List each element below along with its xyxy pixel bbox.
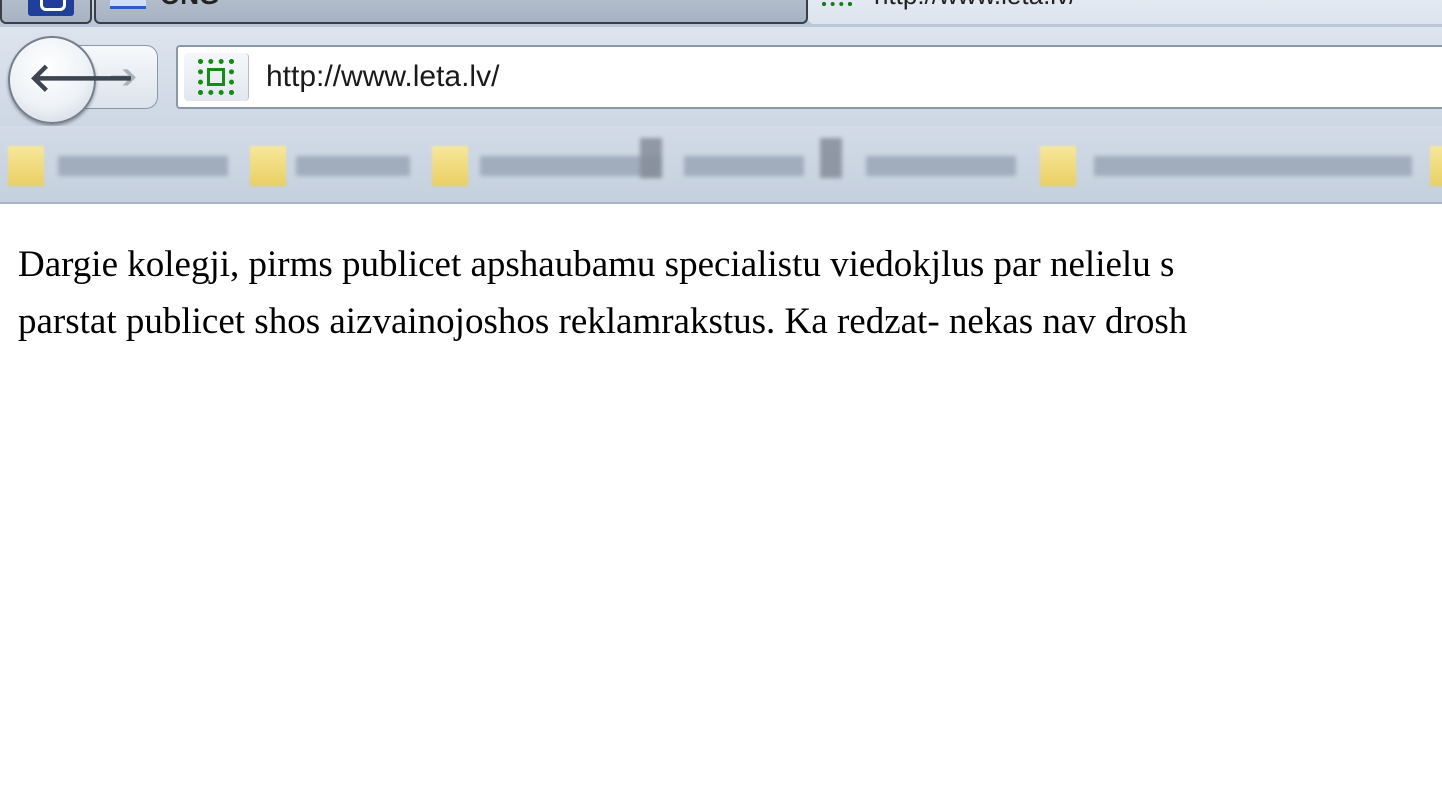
bookmark-separator bbox=[640, 138, 662, 178]
bookmark-folder-icon[interactable] bbox=[1040, 146, 1076, 186]
tab-2-label: ONG bbox=[160, 0, 219, 11]
bookmark-folder-icon[interactable] bbox=[1430, 146, 1442, 186]
page-body-text: Dargie kolegji, pirms publicet apshaubam… bbox=[18, 236, 1442, 350]
url-input[interactable]: http://www.leta.lv/ bbox=[266, 61, 499, 93]
bookmarks-toolbar bbox=[0, 126, 1442, 204]
site-identity-button[interactable] bbox=[184, 53, 249, 101]
tab-3-label: http://www.leta.lv/ bbox=[874, 0, 1076, 11]
tab-3-active[interactable]: http://www.leta.lv/ bbox=[808, 0, 1442, 24]
bookmark-separator bbox=[820, 138, 842, 178]
address-bar[interactable]: http://www.leta.lv/ bbox=[176, 45, 1442, 109]
bookmark-folder-icon[interactable] bbox=[8, 146, 44, 186]
bookmark-item-blurred[interactable] bbox=[1094, 156, 1412, 176]
bookmark-folder-icon[interactable] bbox=[432, 146, 468, 186]
tab-1[interactable] bbox=[0, 0, 92, 24]
ie-icon bbox=[28, 0, 74, 16]
back-button[interactable]: 🡐 bbox=[8, 36, 135, 124]
back-arrow-icon: 🡐 bbox=[28, 55, 136, 101]
bookmark-folder-icon[interactable] bbox=[250, 146, 286, 186]
tab-2[interactable]: ONG bbox=[94, 0, 808, 24]
bookmark-item-blurred[interactable] bbox=[866, 156, 1016, 176]
bookmark-item-blurred[interactable] bbox=[684, 156, 804, 176]
bookmark-item-blurred[interactable] bbox=[58, 156, 228, 176]
site-favicon-icon bbox=[822, 0, 852, 6]
navigation-toolbar: ➔ 🡐 http://www.leta.lv/ bbox=[0, 27, 1442, 126]
bookmark-item-blurred[interactable] bbox=[296, 156, 410, 176]
site-favicon-icon bbox=[198, 59, 234, 95]
body-line-1: Dargie kolegji, pirms publicet apshaubam… bbox=[18, 244, 1175, 285]
body-line-2: parstat publicet shos aizvainojoshos rek… bbox=[18, 301, 1188, 342]
tab-strip: ONG http://www.leta.lv/ bbox=[0, 0, 1442, 27]
page-icon bbox=[110, 0, 146, 9]
bookmark-item-blurred[interactable] bbox=[480, 156, 660, 176]
